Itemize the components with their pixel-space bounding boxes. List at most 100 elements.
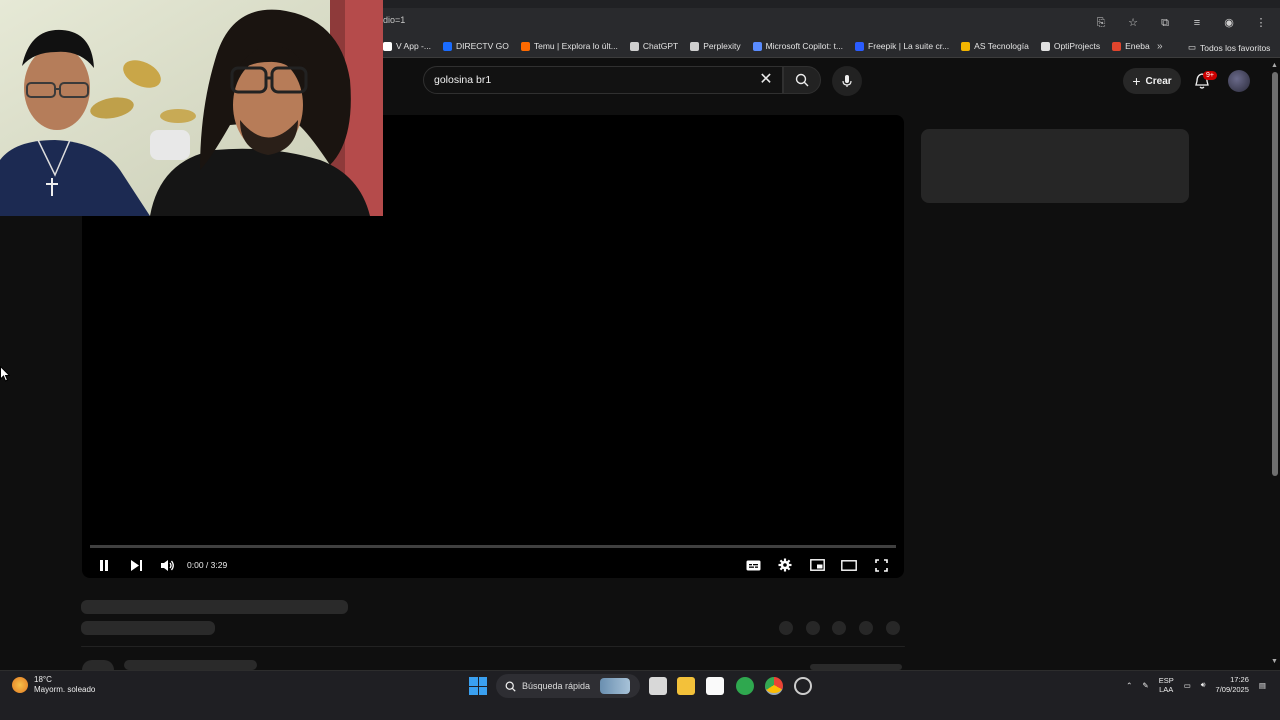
bookmark-label: Temu | Explora lo últ...: [533, 41, 618, 51]
bookmark-item[interactable]: Temu | Explora lo últ...: [520, 41, 618, 51]
bookmark-favicon-icon: [1040, 41, 1050, 51]
action-placeholder-dot: [859, 621, 873, 635]
search-button[interactable]: [783, 66, 821, 94]
bookmark-item[interactable]: DIRECTV GO: [442, 41, 509, 51]
search-input[interactable]: golosina br1 ✕: [423, 66, 783, 94]
all-bookmarks-label: Todos los favoritos: [1200, 42, 1271, 53]
volume-icon[interactable]: 🔊︎: [1201, 680, 1206, 690]
bookmark-favicon-icon: [961, 41, 971, 51]
media-controls-icon[interactable]: ≡: [1188, 14, 1206, 32]
bookmark-item[interactable]: V App -...: [383, 41, 431, 51]
language-code: ESP: [1158, 676, 1174, 685]
volume-icon: [160, 559, 174, 571]
title-loading-placeholder: [81, 600, 348, 614]
theater-mode-button[interactable]: [838, 554, 860, 576]
player-controls: 0:00 / 3:29: [82, 552, 904, 578]
clock[interactable]: 17:26 7/09/2025: [1216, 675, 1249, 695]
pause-icon: [100, 559, 108, 571]
settings-button[interactable]: [774, 554, 796, 576]
bookmark-label: OptiProjects: [1053, 41, 1101, 51]
subtitles-button[interactable]: [742, 554, 764, 576]
language-indicator[interactable]: ESP LAA: [1159, 676, 1174, 694]
weather-widget[interactable]: 18°C Mayorm. soleado: [12, 675, 95, 695]
search-icon: [505, 681, 516, 692]
bookmark-item[interactable]: Freepik | La suite cr...: [855, 41, 949, 51]
file-explorer-icon[interactable]: [677, 677, 695, 695]
progress-bar[interactable]: [90, 545, 896, 548]
weather-sun-icon: [12, 677, 28, 693]
clock-time: 17:26: [1230, 675, 1249, 684]
bookmark-label: Freepik | La suite cr...: [868, 41, 950, 51]
extensions-icon[interactable]: ⧉: [1156, 14, 1174, 32]
next-button[interactable]: [125, 554, 147, 576]
account-avatar[interactable]: [1228, 70, 1250, 92]
search-query-text[interactable]: golosina br1: [434, 74, 491, 86]
page-scrollbar[interactable]: ▲ ▼: [1270, 62, 1280, 668]
bookmark-favicon-icon: [1112, 41, 1122, 51]
fullscreen-icon: [874, 558, 888, 572]
bookmark-item[interactable]: Perplexity: [690, 41, 741, 51]
all-bookmarks-button[interactable]: ▭ Todos los favoritos: [1188, 42, 1270, 53]
time-display: 0:00 / 3:29: [187, 560, 228, 570]
recording-app-icon[interactable]: [794, 677, 812, 695]
action-placeholder-dot: [806, 621, 820, 635]
notifications-icon[interactable]: ▤: [1259, 681, 1266, 690]
bookmark-item[interactable]: Microsoft Copilot: t...: [752, 41, 843, 51]
tray-overflow-icon[interactable]: ⌃: [1126, 681, 1132, 690]
xbox-icon[interactable]: [736, 677, 754, 695]
bookmark-favicon-icon: [520, 41, 530, 51]
create-label: Crear: [1145, 75, 1172, 87]
gear-icon: [778, 558, 792, 572]
channel-avatar-placeholder: [82, 660, 114, 670]
fullscreen-button[interactable]: [870, 554, 892, 576]
miniplayer-button[interactable]: [806, 554, 828, 576]
windows-logo-icon: [469, 677, 478, 686]
windows-taskbar: 18°C Mayorm. soleado Búsqueda rápida ⌃ ✎…: [0, 670, 1280, 720]
voice-search-button[interactable]: [832, 66, 862, 96]
weather-description: Mayorm. soleado: [34, 685, 96, 694]
bookmark-favicon-icon: [629, 41, 639, 51]
temperature-text: 18°C: [34, 675, 52, 684]
bookmark-star-icon[interactable]: ☆: [1124, 14, 1142, 32]
bookmarks-more-button[interactable]: »: [1157, 41, 1163, 52]
notification-badge: 9+: [1203, 71, 1217, 80]
action-placeholder-dot: [886, 621, 900, 635]
bookmark-favicon-icon: [752, 41, 762, 51]
clear-search-icon[interactable]: ✕: [756, 71, 776, 91]
bookmark-favicon-icon: [383, 41, 392, 51]
task-view-icon[interactable]: [649, 677, 667, 695]
start-button[interactable]: [469, 677, 487, 695]
profile-icon[interactable]: ◉: [1220, 14, 1238, 32]
bookmark-label: V App -...: [396, 41, 431, 51]
bookmark-favicon-icon: [442, 41, 452, 51]
bookmark-favicon-icon: [855, 41, 865, 51]
taskbar-search[interactable]: Búsqueda rápida: [496, 674, 640, 698]
search-icon: [795, 73, 809, 87]
bookmark-item[interactable]: AS Tecnología: [961, 41, 1029, 51]
bookmark-item[interactable]: ChatGPT: [629, 41, 678, 51]
url-text[interactable]: dio=1: [383, 15, 405, 25]
pause-button[interactable]: [93, 554, 115, 576]
subtitle-loading-placeholder: [81, 621, 215, 635]
bookmark-item[interactable]: Eneba: [1112, 41, 1150, 51]
scrollbar-thumb[interactable]: [1272, 72, 1278, 476]
browser-toolbar-icons: ⎘ ☆ ⧉ ≡ ◉ ⋮: [1092, 14, 1270, 32]
bookmark-favicon-icon: [690, 41, 700, 51]
network-icon[interactable]: ▭: [1184, 681, 1191, 690]
microsoft-store-icon[interactable]: [706, 677, 724, 695]
windows-logo-icon: [469, 686, 478, 695]
create-button[interactable]: + Crear: [1123, 68, 1181, 94]
install-app-icon[interactable]: ⎘: [1092, 14, 1110, 32]
sidebar-loading-placeholder: [921, 129, 1189, 203]
system-tray: ⌃ ✎ ESP LAA ▭ 🔊︎ 17:26 7/09/2025 ▤: [1126, 675, 1266, 695]
tray-app-icon[interactable]: ✎: [1142, 681, 1148, 690]
volume-button[interactable]: [156, 554, 178, 576]
next-icon: [130, 559, 142, 571]
browser-menu-icon[interactable]: ⋮: [1252, 14, 1270, 32]
windows-logo-icon: [478, 686, 487, 695]
bookmark-item[interactable]: OptiProjects: [1040, 41, 1101, 51]
divider: [81, 646, 905, 647]
scroll-up-arrow-icon[interactable]: ▲: [1271, 62, 1278, 69]
scroll-down-arrow-icon[interactable]: ▼: [1271, 658, 1278, 665]
chrome-icon[interactable]: [765, 677, 783, 695]
